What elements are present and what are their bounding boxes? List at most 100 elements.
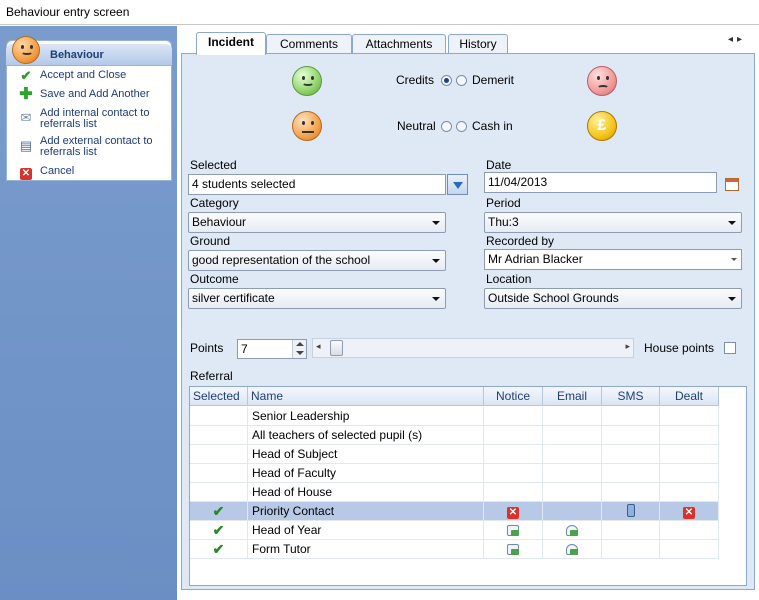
referral-grid-header: Selected Name Notice Email SMS Dealt	[190, 387, 719, 406]
slider-thumb[interactable]	[330, 340, 343, 356]
neutral-label: Neutral	[397, 119, 436, 133]
credits-radio[interactable]	[441, 75, 452, 86]
row-notice-cell[interactable]	[484, 445, 543, 464]
location-dropdown[interactable]: Outside School Grounds	[484, 288, 742, 309]
tab-incident[interactable]: Incident	[196, 32, 266, 55]
row-email-cell[interactable]	[543, 540, 602, 559]
points-value: 7	[241, 342, 248, 356]
table-row[interactable]: Senior Leadership	[190, 407, 719, 426]
row-sms-cell[interactable]	[602, 407, 660, 426]
col-name[interactable]: Name	[248, 387, 484, 406]
recorded-by-field[interactable]: Mr Adrian Blacker	[484, 249, 742, 270]
select-students-filter-button[interactable]	[447, 174, 468, 195]
row-selected-cell[interactable]	[190, 464, 248, 483]
row-notice-cell[interactable]	[484, 407, 543, 426]
row-sms-cell[interactable]	[602, 502, 660, 521]
demerit-radio[interactable]	[456, 75, 467, 86]
chevron-down-icon[interactable]	[731, 258, 737, 261]
outcome-dropdown[interactable]: silver certificate	[188, 288, 446, 309]
row-notice-cell[interactable]	[484, 540, 543, 559]
table-row[interactable]: Head of Faculty	[190, 464, 719, 483]
tab-comments[interactable]: Comments	[266, 34, 352, 55]
row-dealt-cell[interactable]	[660, 521, 719, 540]
col-notice[interactable]: Notice	[484, 387, 543, 406]
slider-right-arrow-icon[interactable]: ▸	[625, 341, 630, 352]
col-email[interactable]: Email	[543, 387, 602, 406]
row-sms-cell[interactable]	[602, 521, 660, 540]
row-email-cell[interactable]	[543, 407, 602, 426]
recorded-by-value: Mr Adrian Blacker	[488, 252, 583, 266]
chevron-down-icon	[728, 221, 736, 225]
row-selected-cell[interactable]	[190, 483, 248, 502]
selected-students-field[interactable]: 4 students selected	[188, 174, 446, 195]
row-email-cell[interactable]	[543, 483, 602, 502]
row-email-cell[interactable]	[543, 464, 602, 483]
row-dealt-cell[interactable]	[660, 407, 719, 426]
row-notice-cell[interactable]	[484, 521, 543, 540]
cash-in-radio[interactable]	[456, 121, 467, 132]
calendar-icon[interactable]	[725, 178, 739, 191]
row-dealt-cell[interactable]	[660, 540, 719, 559]
cancel-icon: ✕	[507, 507, 519, 519]
row-selected-cell[interactable]	[190, 407, 248, 426]
stepper-arrows-icon[interactable]	[292, 340, 306, 358]
ground-dropdown[interactable]: good representation of the school	[188, 250, 446, 271]
referral-grid: Selected Name Notice Email SMS Dealt Sen…	[189, 386, 747, 586]
row-notice-cell[interactable]	[484, 483, 543, 502]
chevron-down-icon	[432, 221, 440, 225]
row-sms-cell[interactable]	[602, 426, 660, 445]
category-dropdown[interactable]: Behaviour	[188, 212, 446, 233]
slider-left-arrow-icon[interactable]: ◂	[316, 341, 321, 352]
neutral-radio[interactable]	[441, 121, 452, 132]
table-row[interactable]: Head of House	[190, 483, 719, 502]
points-slider[interactable]: ◂ ▸	[312, 338, 634, 358]
row-notice-cell[interactable]	[484, 426, 543, 445]
accept-and-close-label: Accept and Close	[40, 69, 127, 81]
table-row[interactable]: All teachers of selected pupil (s)	[190, 426, 719, 445]
tab-scroll-arrows[interactable]: ◂▸	[728, 34, 746, 45]
tab-strip: Incident Comments Attachments History	[178, 30, 758, 55]
row-email-cell[interactable]	[543, 445, 602, 464]
row-selected-cell[interactable]: ✔	[190, 540, 248, 559]
points-stepper[interactable]: 7	[237, 339, 307, 359]
ground-label: Ground	[190, 234, 231, 248]
row-name: Head of Faculty	[248, 464, 484, 483]
period-dropdown[interactable]: Thu:3	[484, 212, 742, 233]
row-selected-cell[interactable]: ✔	[190, 502, 248, 521]
row-notice-cell[interactable]: ✕	[484, 502, 543, 521]
table-row[interactable]: ✔ Form Tutor	[190, 540, 719, 559]
cancel-icon: ✕	[683, 507, 695, 519]
row-dealt-cell[interactable]	[660, 426, 719, 445]
col-dealt[interactable]: Dealt	[660, 387, 719, 406]
tab-history[interactable]: History	[448, 34, 508, 55]
location-value: Outside School Grounds	[488, 291, 619, 305]
row-notice-cell[interactable]	[484, 464, 543, 483]
row-dealt-cell[interactable]	[660, 445, 719, 464]
table-row[interactable]: Head of Subject	[190, 445, 719, 464]
email-icon	[566, 544, 578, 555]
check-icon: ✔	[212, 503, 225, 519]
row-sms-cell[interactable]	[602, 483, 660, 502]
row-sms-cell[interactable]	[602, 540, 660, 559]
row-selected-cell[interactable]	[190, 445, 248, 464]
selected-label: Selected	[190, 158, 237, 172]
row-sms-cell[interactable]	[602, 464, 660, 483]
tab-attachments[interactable]: Attachments	[352, 34, 446, 55]
row-email-cell[interactable]	[543, 426, 602, 445]
window-title: Behaviour entry screen	[0, 0, 759, 25]
house-points-checkbox[interactable]	[724, 342, 736, 354]
row-email-cell[interactable]	[543, 502, 602, 521]
row-dealt-cell[interactable]	[660, 464, 719, 483]
row-selected-cell[interactable]: ✔	[190, 521, 248, 540]
chevron-down-icon	[432, 297, 440, 301]
date-field[interactable]: 11/04/2013	[484, 172, 717, 193]
col-sms[interactable]: SMS	[602, 387, 660, 406]
row-email-cell[interactable]	[543, 521, 602, 540]
row-sms-cell[interactable]	[602, 445, 660, 464]
row-dealt-cell[interactable]: ✕	[660, 502, 719, 521]
table-row[interactable]: ✔ Head of Year	[190, 521, 719, 540]
row-dealt-cell[interactable]	[660, 483, 719, 502]
table-row[interactable]: ✔ Priority Contact ✕ ✕	[190, 502, 719, 521]
col-selected[interactable]: Selected	[190, 387, 248, 406]
row-selected-cell[interactable]	[190, 426, 248, 445]
